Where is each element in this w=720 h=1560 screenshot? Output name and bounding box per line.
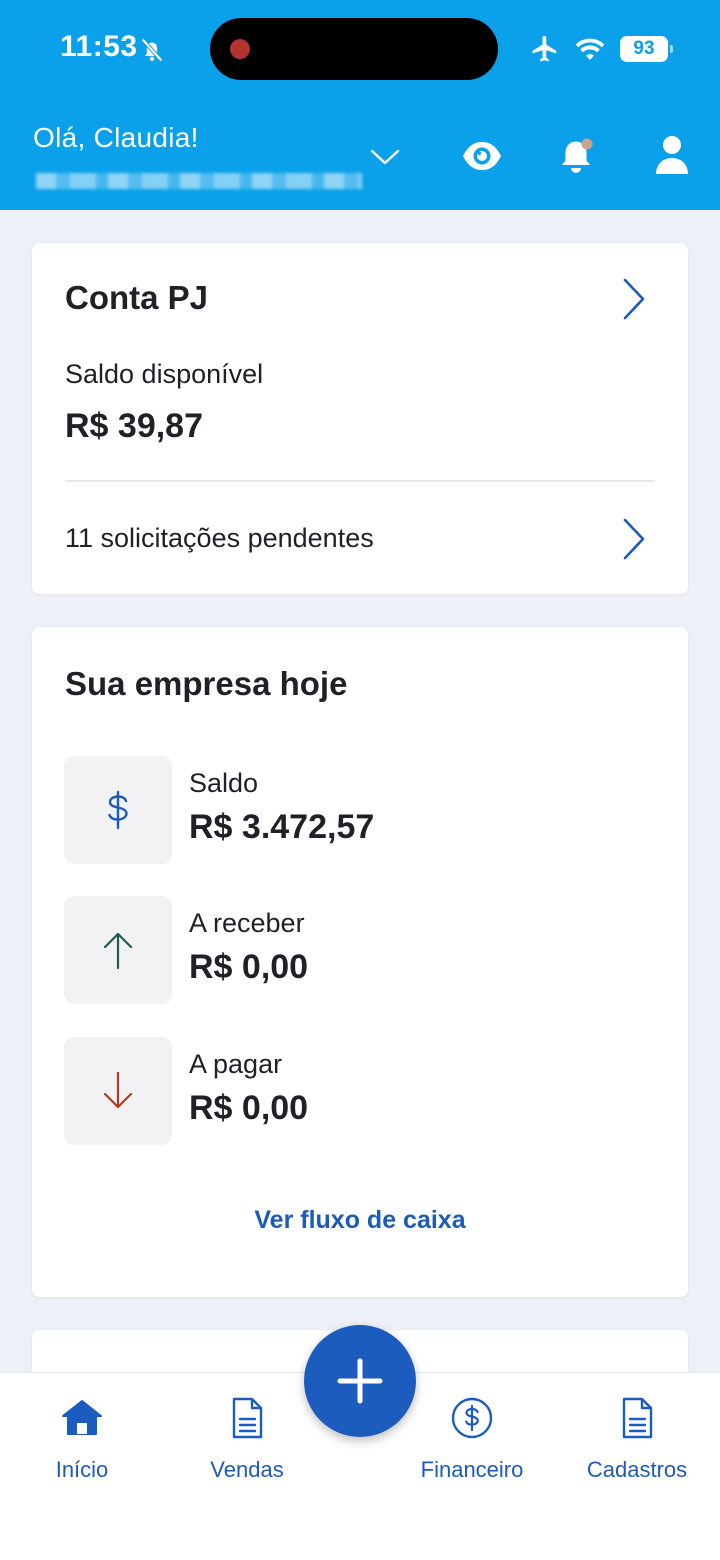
header: 11:53 93 Olá, Claudia! [0,0,720,210]
greeting: Olá, Claudia! [33,122,199,153]
user-profile-icon[interactable] [654,134,690,176]
eye-icon[interactable] [460,135,504,177]
arrow-down-icon [103,1071,133,1109]
metric-label: A pagar [189,1049,283,1079]
dynamic-island [210,18,498,80]
metric-value: R$ 0,00 [189,948,309,986]
notification-bell-icon[interactable] [556,134,596,178]
metric-value: R$ 0,00 [189,1089,309,1127]
add-button[interactable] [304,1325,416,1437]
nav-label: Início [55,1457,109,1482]
status-time: 11:53 [60,30,138,63]
nav-item-cadastros[interactable]: Cadastros [562,1395,712,1483]
document-icon [232,1397,263,1439]
home-icon [62,1400,102,1435]
wifi-icon [575,38,605,61]
nav-label: Cadastros [586,1457,688,1482]
plus-icon [337,1358,383,1404]
bell-muted-icon [141,38,163,62]
dollar-circle-icon [451,1397,493,1439]
nav-item-financeiro[interactable]: Financeiro [397,1395,547,1483]
arrow-up-icon [103,932,133,970]
metric-icon-box [64,756,172,864]
airplane-icon [532,35,557,62]
dollar-icon [108,790,128,830]
empresa-hoje-card: Sua empresa hoje Saldo R$ 3.472,57 A rec… [32,627,688,1297]
metric-label: A receber [189,908,305,938]
metric-a-receber: A receber R$ 0,00 [64,896,624,1004]
available-balance-label: Saldo disponível [65,359,264,389]
conta-pj-card[interactable]: Conta PJ Saldo disponível R$ 39,87 11 so… [32,243,688,594]
conta-pj-title: Conta PJ [65,279,209,316]
nav-item-inicio[interactable]: Início [7,1395,157,1483]
chevron-down-icon[interactable] [369,144,401,168]
metric-value: R$ 3.472,57 [189,808,375,846]
chevron-right-icon[interactable] [620,276,648,322]
available-balance-value: R$ 39,87 [65,407,203,445]
document-icon [622,1397,653,1439]
recording-indicator [230,39,250,59]
app-screen: 11:53 93 Olá, Claudia! Conta PJ Saldo di… [0,0,720,1560]
card-divider [65,480,655,482]
metric-icon-box [64,1037,172,1145]
metric-icon-box [64,896,172,1004]
account-info-redacted [36,173,362,189]
pending-chevron-right-icon[interactable] [620,516,648,562]
status-indicators: 93 [530,32,673,66]
nav-label: Vendas [210,1457,284,1482]
battery-indicator: 93 [620,36,673,62]
pending-requests-label[interactable]: 11 solicitações pendentes [65,523,374,554]
nav-label: Financeiro [420,1457,524,1482]
nav-item-vendas[interactable]: Vendas [172,1395,322,1483]
metric-label: Saldo [189,768,259,798]
view-cash-flow-link[interactable]: Ver fluxo de caixa [32,1206,688,1235]
empresa-hoje-title: Sua empresa hoje [65,665,348,702]
metric-a-pagar: A pagar R$ 0,00 [64,1037,624,1145]
metric-saldo: Saldo R$ 3.472,57 [64,756,624,864]
